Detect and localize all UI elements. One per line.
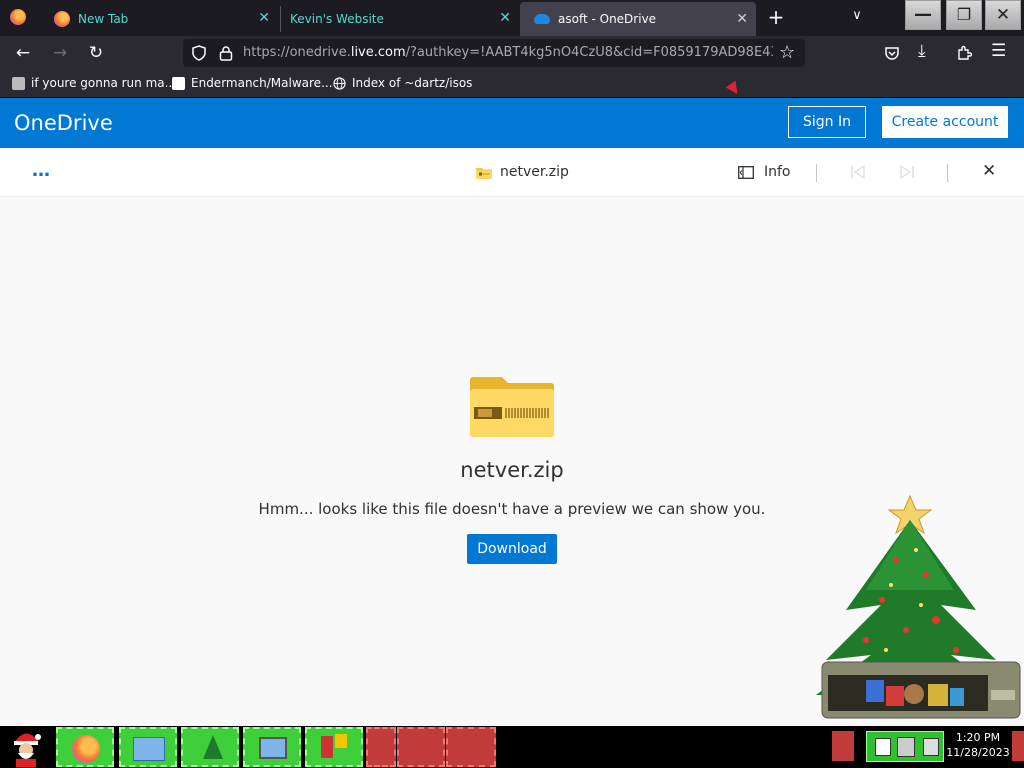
taskbar-empty-slot[interactable]	[397, 727, 445, 767]
taskbar-app-button[interactable]	[305, 727, 363, 767]
network-icon[interactable]	[875, 738, 891, 756]
tray-separator	[832, 731, 854, 761]
tab-new-tab[interactable]: New Tab ✕	[40, 4, 278, 34]
clock-date: 11/28/2023	[946, 746, 1010, 759]
onedrive-cloud-icon	[534, 14, 550, 24]
show-desktop-button[interactable]	[1012, 731, 1024, 761]
file-command-bar: … netver.zip Info ✕	[0, 148, 1024, 197]
close-window-button[interactable]: ✕	[985, 0, 1021, 30]
url-scheme-host: https://onedrive.	[243, 45, 351, 60]
computer-icon	[259, 737, 287, 759]
file-name-header: netver.zip	[476, 164, 569, 180]
extensions-icon[interactable]	[956, 45, 972, 61]
tree-icon	[203, 735, 223, 759]
clock-time: 1:20 PM	[955, 731, 1001, 744]
file-explorer-icon	[133, 737, 165, 761]
volume-muted-icon[interactable]	[923, 738, 939, 756]
pocket-icon[interactable]	[884, 45, 900, 61]
minimize-button[interactable]: —	[905, 0, 941, 30]
taskbar: 1:20 PM 11/28/2023	[0, 726, 1024, 768]
lock-icon[interactable]	[219, 45, 233, 61]
onedrive-brand[interactable]: OneDrive	[14, 111, 113, 135]
reload-icon[interactable]: ↻	[83, 40, 109, 66]
bookmark-item[interactable]: if youre gonna run ma...	[12, 76, 176, 90]
close-viewer-icon[interactable]: ✕	[982, 161, 996, 181]
info-label: Info	[764, 164, 791, 180]
navigation-toolbar: ← → ↻ https://onedrive.live.com/?authkey…	[0, 36, 1024, 70]
download-button[interactable]: Download	[467, 534, 557, 564]
bookmark-label: if youre gonna run ma...	[31, 76, 177, 90]
info-button[interactable]: Info	[738, 164, 791, 180]
close-tab-icon[interactable]: ✕	[499, 11, 511, 25]
bookmark-icon	[12, 76, 25, 90]
system-tray	[866, 731, 944, 762]
new-tab-button[interactable]: +	[766, 6, 786, 28]
app-icon-part	[335, 734, 347, 748]
teddy-bear-icon	[904, 684, 924, 704]
restore-button[interactable]: ❐	[946, 0, 982, 30]
url-path: /?authkey=!AABT4kg5nO4CzU8&cid=F0859179A…	[405, 45, 773, 60]
more-options-button[interactable]: …	[32, 160, 51, 181]
previous-file-icon[interactable]	[850, 165, 866, 179]
command-divider	[816, 164, 817, 182]
taskbar-firefox-button[interactable]	[56, 727, 114, 767]
taskbar-tree-button[interactable]	[181, 727, 239, 767]
preview-file-title: netver.zip	[460, 458, 564, 482]
command-divider	[947, 164, 948, 182]
forward-arrow-icon[interactable]: →	[47, 40, 73, 66]
tab-title: Kevin's Website	[290, 12, 384, 26]
file-name-label: netver.zip	[500, 164, 569, 180]
bookmark-item[interactable]: Index of ~dartz/isos	[333, 76, 472, 90]
bookmarks-toolbar: if youre gonna run ma... Endermanch/Malw…	[0, 70, 1024, 98]
taskbar-empty-slot[interactable]	[446, 727, 496, 767]
onedrive-header: OneDrive Sign In Create account	[0, 98, 1024, 148]
taskbar-empty-slot[interactable]	[366, 727, 396, 767]
gift-icon	[866, 680, 884, 702]
mouse-cursor	[725, 80, 743, 98]
back-arrow-icon[interactable]: ←	[10, 40, 36, 66]
globe-icon	[333, 76, 346, 90]
christmas-tree-widget[interactable]	[786, 480, 1024, 722]
firefox-icon	[72, 735, 100, 763]
url-text[interactable]: https://onedrive.live.com/?authkey=!AABT…	[243, 45, 773, 60]
address-bar[interactable]: https://onedrive.live.com/?authkey=!AABT…	[183, 39, 805, 67]
firefox-view-icon[interactable]	[10, 9, 26, 25]
taskbar-clock[interactable]: 1:20 PM 11/28/2023	[944, 730, 1012, 760]
app-icon	[321, 736, 333, 758]
downloads-icon[interactable]: ⤓	[918, 41, 926, 61]
bookmark-star-icon[interactable]: ☆	[779, 42, 795, 63]
menu-hamburger-icon[interactable]: ☰	[991, 41, 1006, 61]
github-icon	[172, 76, 185, 90]
shield-icon[interactable]	[191, 45, 207, 61]
close-tab-icon[interactable]: ✕	[736, 12, 748, 26]
taskbar-explorer-button[interactable]	[119, 727, 177, 767]
tab-title: asoft - OneDrive	[558, 12, 657, 26]
next-file-icon[interactable]	[899, 165, 915, 179]
zip-folder-large-icon	[470, 377, 554, 437]
tab-title: New Tab	[78, 12, 129, 26]
close-tab-icon[interactable]: ✕	[258, 11, 270, 25]
firefox-icon	[54, 11, 70, 27]
usb-icon[interactable]	[897, 737, 915, 757]
list-all-tabs-chevron-icon[interactable]: ∨	[849, 8, 865, 24]
zip-folder-icon	[476, 167, 492, 179]
taskbar-computer-button[interactable]	[243, 727, 301, 767]
bookmark-label: Index of ~dartz/isos	[352, 76, 473, 90]
browser-tab-strip: New Tab ✕ Kevin's Website ✕ asoft - OneD…	[0, 0, 1024, 36]
sign-in-button[interactable]: Sign In	[788, 106, 866, 138]
bookmark-item[interactable]: Endermanch/Malware...	[172, 76, 333, 90]
create-account-button[interactable]: Create account	[882, 106, 1008, 138]
info-panel-icon	[738, 165, 754, 179]
santa-start-icon[interactable]	[6, 727, 46, 767]
url-domain: live.com	[350, 45, 406, 60]
bookmark-label: Endermanch/Malware...	[191, 76, 333, 90]
tab-kevins-website[interactable]: Kevin's Website ✕	[281, 4, 519, 34]
tab-onedrive[interactable]: asoft - OneDrive ✕	[520, 2, 756, 36]
